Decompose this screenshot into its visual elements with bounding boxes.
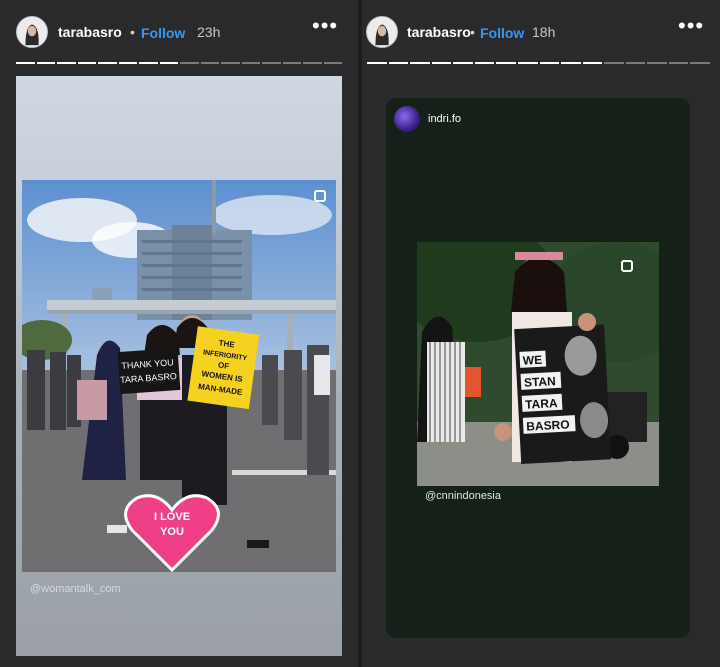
- progress-segment: [118, 62, 137, 64]
- progress-segment: [625, 62, 646, 64]
- separator-dot: •: [130, 24, 135, 40]
- progress-segment: [323, 62, 342, 64]
- progress-segment: [16, 62, 35, 64]
- story-left[interactable]: tarabasro • Follow 23h ••• THANK YOU TAR…: [0, 0, 358, 667]
- post-time: 18h: [532, 24, 556, 40]
- progress-segment: [200, 62, 219, 64]
- heart-sticker-line2: YOU: [160, 526, 184, 538]
- progress-segment: [262, 62, 281, 64]
- story-card: THANK YOU TARA BASRO THE INFERIORITY OF …: [16, 76, 342, 656]
- follow-button[interactable]: Follow: [141, 25, 185, 41]
- progress-segment: [690, 62, 710, 64]
- photo-credit: @cnnindonesia: [425, 490, 501, 502]
- username[interactable]: tarabasro: [407, 24, 471, 40]
- reposted-photo: THANK YOU TARA BASRO THE INFERIORITY OF …: [22, 180, 336, 572]
- progress-segment: [474, 62, 495, 64]
- story-progress-bar: [16, 62, 342, 64]
- reshared-photo: WE STAN TARA BASRO: [417, 242, 659, 486]
- story-progress-bar: [367, 62, 710, 64]
- progress-segment: [388, 62, 409, 64]
- svg-text:OF: OF: [217, 360, 229, 370]
- profile-avatar[interactable]: [16, 16, 48, 48]
- sign-word-tara: TARA: [525, 396, 558, 412]
- reshared-post-card[interactable]: indri.fo WE STAN TARA BASRO @cnnindonesi…: [386, 98, 690, 638]
- progress-segment: [77, 62, 96, 64]
- progress-segment: [647, 62, 667, 64]
- story-header: tarabasro • Follow 18h •••: [362, 14, 720, 50]
- progress-segment: [517, 62, 538, 64]
- progress-segment: [410, 62, 430, 64]
- progress-segment: [303, 62, 322, 64]
- progress-segment: [282, 62, 301, 64]
- separator-dot: •: [470, 24, 475, 40]
- sign-word-basro: BASRO: [526, 417, 570, 433]
- progress-segment: [496, 62, 516, 64]
- progress-segment: [668, 62, 689, 64]
- progress-segment: [604, 62, 624, 64]
- progress-segment: [36, 62, 55, 64]
- progress-segment: [453, 62, 473, 64]
- progress-segment: [159, 62, 178, 64]
- more-options-icon[interactable]: •••: [678, 15, 704, 37]
- story-right[interactable]: tarabasro • Follow 18h ••• indri.fo WE S…: [362, 0, 720, 667]
- progress-segment: [139, 62, 158, 64]
- follow-button[interactable]: Follow: [480, 25, 524, 41]
- photo-credit: @womantalk_com: [30, 583, 121, 595]
- post-time: 23h: [197, 24, 221, 40]
- progress-segment: [221, 62, 240, 64]
- username[interactable]: tarabasro: [58, 24, 122, 40]
- progress-segment: [539, 62, 560, 64]
- progress-segment: [57, 62, 76, 64]
- reshared-user-avatar[interactable]: [394, 106, 420, 132]
- progress-segment: [241, 62, 260, 64]
- media-type-icon: [314, 190, 326, 202]
- progress-segment: [180, 62, 199, 64]
- more-options-icon[interactable]: •••: [312, 15, 338, 37]
- progress-segment: [98, 62, 117, 64]
- progress-segment: [561, 62, 581, 64]
- story-header: tarabasro • Follow 23h •••: [0, 14, 358, 50]
- progress-segment: [431, 62, 452, 64]
- progress-segment: [582, 62, 603, 64]
- media-type-icon: [621, 260, 633, 272]
- heart-sticker-line1: I LOVE: [154, 511, 190, 523]
- progress-segment: [367, 62, 387, 64]
- reshared-username[interactable]: indri.fo: [428, 113, 461, 125]
- sign-word-stan: STAN: [524, 374, 556, 390]
- profile-avatar[interactable]: [366, 16, 398, 48]
- sign-word-we: WE: [522, 353, 542, 368]
